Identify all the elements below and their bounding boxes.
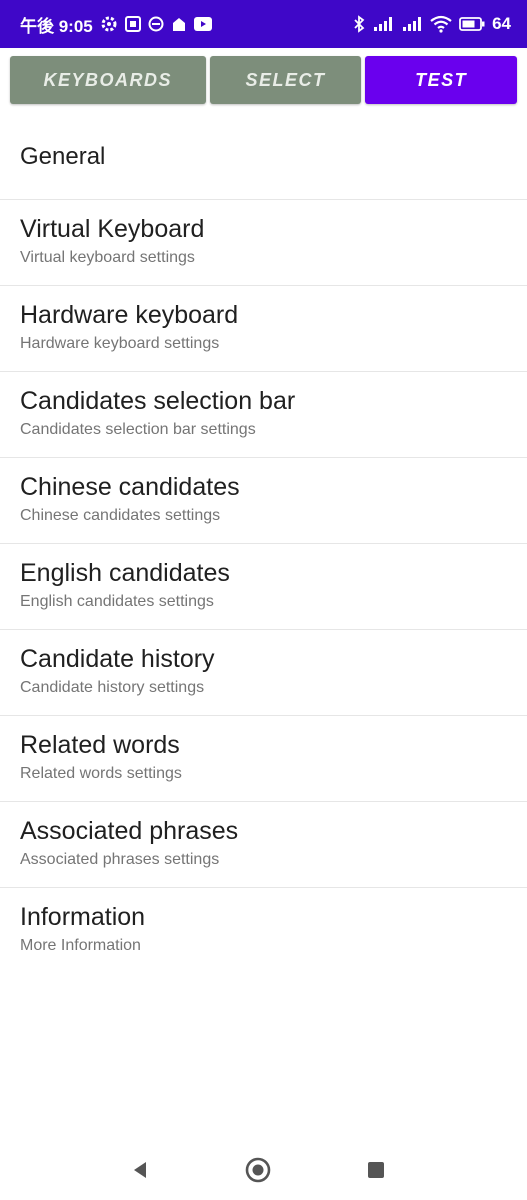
setting-subtitle: Hardware keyboard settings <box>20 334 220 352</box>
settings-list: General Virtual Keyboard Virtual keyboar… <box>0 114 527 974</box>
setting-subtitle: Candidates selection bar settings <box>20 420 256 438</box>
setting-title: English candidates <box>20 558 230 587</box>
setting-subtitle: English candidates settings <box>20 592 214 610</box>
setting-candidate-history[interactable]: Candidate history Candidate history sett… <box>0 630 527 716</box>
setting-title: Hardware keyboard <box>20 300 239 329</box>
back-button[interactable] <box>123 1153 157 1187</box>
tab-bar: KEYBOARDS SELECT TEST <box>0 48 527 112</box>
recents-icon <box>367 1162 384 1178</box>
setting-title: Candidates selection bar <box>20 386 296 415</box>
tab-keyboards[interactable]: KEYBOARDS <box>10 56 206 104</box>
tab-test[interactable]: TEST <box>365 56 518 104</box>
bluetooth-icon <box>353 15 365 33</box>
setting-title: Virtual Keyboard <box>20 214 205 243</box>
battery-level: 64 <box>492 14 511 33</box>
setting-subtitle: Virtual keyboard settings <box>20 248 195 266</box>
setting-candidates-selection-bar[interactable]: Candidates selection bar Candidates sele… <box>0 372 527 458</box>
setting-chinese-candidates[interactable]: Chinese candidates Chinese candidates se… <box>0 458 527 544</box>
section-header-general: General <box>0 114 527 200</box>
signal-2-icon <box>401 16 423 32</box>
setting-subtitle: Associated phrases settings <box>20 850 220 868</box>
setting-virtual-keyboard[interactable]: Virtual Keyboard Virtual keyboard settin… <box>0 200 527 286</box>
setting-title: Associated phrases <box>20 816 239 845</box>
setting-subtitle: More Information <box>20 937 141 954</box>
setting-title: Candidate history <box>20 644 215 673</box>
wifi-icon <box>430 15 452 33</box>
setting-subtitle: Chinese candidates settings <box>20 506 221 524</box>
home-button[interactable] <box>241 1153 275 1187</box>
status-right: 64 <box>353 14 511 34</box>
setting-subtitle: Candidate history settings <box>20 678 205 696</box>
notification-home-icon <box>171 16 187 32</box>
setting-subtitle: Related words settings <box>20 764 182 782</box>
recents-button[interactable] <box>359 1153 393 1187</box>
signal-1-icon <box>372 16 394 32</box>
settings-gear-icon <box>100 15 118 33</box>
status-time: 午後 9:05 <box>20 16 93 36</box>
setting-title: Information <box>20 903 146 931</box>
status-bar: 午後 9:05 64 <box>0 0 527 48</box>
tab-select[interactable]: SELECT <box>209 56 362 104</box>
setting-information[interactable]: Information More Information <box>0 888 527 974</box>
notification-circle-icon <box>148 16 164 32</box>
setting-related-words[interactable]: Related words Related words settings <box>0 716 527 802</box>
notification-app-icon <box>124 16 141 32</box>
setting-associated-phrases[interactable]: Associated phrases Associated phrases se… <box>0 802 527 888</box>
setting-english-candidates[interactable]: English candidates English candidates se… <box>0 544 527 630</box>
setting-title: Chinese candidates <box>20 472 240 501</box>
youtube-icon <box>193 17 212 31</box>
status-left: 午後 9:05 <box>20 12 212 37</box>
back-icon <box>133 1162 146 1178</box>
setting-title: Related words <box>20 730 180 759</box>
setting-hardware-keyboard[interactable]: Hardware keyboard Hardware keyboard sett… <box>0 286 527 372</box>
battery-icon <box>459 17 485 31</box>
home-icon <box>245 1157 270 1183</box>
system-nav-bar <box>0 1140 527 1200</box>
